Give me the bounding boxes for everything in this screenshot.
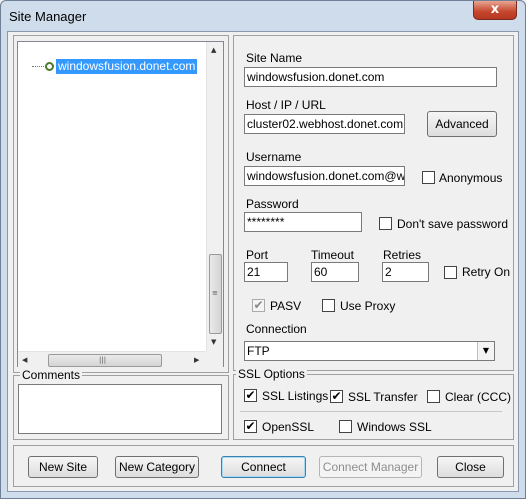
password-label: Password (246, 197, 299, 211)
grip-icon: ||| (99, 356, 107, 364)
scroll-down-icon[interactable]: ▼ (211, 338, 216, 346)
retries-input[interactable]: 2 (382, 262, 429, 282)
tree-horizontal-scrollbar[interactable]: ◀ ||| ▶ (18, 351, 206, 368)
scroll-right-icon[interactable]: ▶ (194, 356, 199, 364)
site-name-input[interactable]: windowsfusion.donet.com (244, 67, 497, 87)
connect-button[interactable]: Connect (221, 456, 306, 478)
ssl-options-group: SSL Options ✔ SSL Listings ✔ SSL Transfe… (233, 367, 514, 440)
anonymous-checkbox[interactable] (422, 171, 435, 184)
chevron-down-icon[interactable]: ▼ (477, 342, 494, 360)
tree-frame: windowsfusion.donet.com ▲ ≡ ▼ ◀ ||| ▶ (13, 35, 229, 373)
retries-label: Retries (383, 248, 422, 262)
connect-manager-button[interactable]: Connect Manager (319, 456, 422, 478)
tree-connector (32, 66, 44, 67)
pasv-checkbox[interactable]: ✔ (252, 299, 265, 312)
connection-select[interactable]: FTP ▼ (244, 341, 495, 361)
ssl-options-label: SSL Options (236, 367, 307, 381)
tree-item-site[interactable]: windowsfusion.donet.com (56, 59, 198, 74)
vertical-scroll-thumb[interactable]: ≡ (209, 254, 222, 334)
connection-value: FTP (247, 344, 270, 358)
retry-on-checkbox[interactable] (444, 266, 457, 279)
ssl-transfer-label: SSL Transfer (348, 390, 418, 404)
scroll-up-icon[interactable]: ▲ (211, 46, 216, 54)
ssl-divider (240, 411, 502, 412)
clear-ccc-label: Clear (CCC) (445, 390, 511, 404)
username-label: Username (246, 150, 302, 164)
grip-icon: ≡ (212, 289, 218, 297)
windows-ssl-checkbox[interactable] (339, 420, 352, 433)
new-category-button[interactable]: New Category (115, 456, 199, 478)
site-manager-window: Site Manager x windowsfusion.donet.com ▲… (0, 0, 526, 499)
ssl-transfer-checkbox[interactable]: ✔ (330, 390, 343, 403)
username-input[interactable]: windowsfusion.donet.com@windowsfusion (244, 166, 405, 186)
horizontal-scroll-thumb[interactable]: ||| (48, 354, 162, 367)
host-input[interactable]: cluster02.webhost.donet.com (244, 114, 405, 134)
comments-label: Comments (20, 368, 83, 382)
button-bar: New Site New Category Connect Connect Ma… (13, 445, 514, 487)
openssl-checkbox[interactable]: ✔ (244, 420, 257, 433)
ssl-listings-checkbox[interactable]: ✔ (244, 389, 257, 402)
password-input[interactable]: ******** (244, 212, 362, 232)
dialog-client-area: windowsfusion.donet.com ▲ ≡ ▼ ◀ ||| ▶ Co… (7, 31, 519, 492)
comments-textarea[interactable] (18, 384, 222, 434)
window-title: Site Manager (9, 9, 87, 24)
ssl-listings-label: SSL Listings (262, 389, 329, 403)
close-button[interactable]: Close (437, 456, 504, 478)
clear-ccc-checkbox[interactable] (427, 390, 440, 403)
scrollbar-corner (206, 351, 223, 368)
dont-save-password-label: Don't save password (397, 217, 509, 231)
anonymous-label: Anonymous (439, 171, 503, 185)
pasv-label: PASV (270, 299, 302, 313)
site-node-icon (45, 62, 54, 71)
tree-vertical-scrollbar[interactable]: ▲ ≡ ▼ (206, 42, 223, 351)
retry-on-label: Retry On (462, 265, 511, 279)
advanced-button[interactable]: Advanced (427, 111, 497, 137)
windows-ssl-label: Windows SSL (357, 420, 432, 434)
port-label: Port (246, 248, 269, 262)
scroll-left-icon[interactable]: ◀ (22, 356, 27, 364)
connection-label: Connection (246, 322, 307, 336)
site-tree[interactable]: windowsfusion.donet.com ▲ ≡ ▼ ◀ ||| ▶ (17, 41, 224, 368)
close-icon[interactable]: x (473, 1, 517, 20)
timeout-input[interactable]: 60 (311, 262, 359, 282)
port-input[interactable]: 21 (244, 262, 288, 282)
title-bar[interactable]: Site Manager x (1, 1, 525, 31)
settings-frame: Site Name windowsfusion.donet.com Host /… (233, 35, 514, 371)
host-label: Host / IP / URL (246, 98, 326, 112)
use-proxy-label: Use Proxy (340, 299, 396, 313)
openssl-label: OpenSSL (262, 420, 315, 434)
comments-group: Comments (13, 368, 229, 440)
timeout-label: Timeout (311, 248, 354, 262)
dont-save-password-checkbox[interactable] (379, 217, 392, 230)
new-site-button[interactable]: New Site (28, 456, 98, 478)
site-name-label: Site Name (246, 51, 303, 65)
use-proxy-checkbox[interactable] (322, 299, 335, 312)
